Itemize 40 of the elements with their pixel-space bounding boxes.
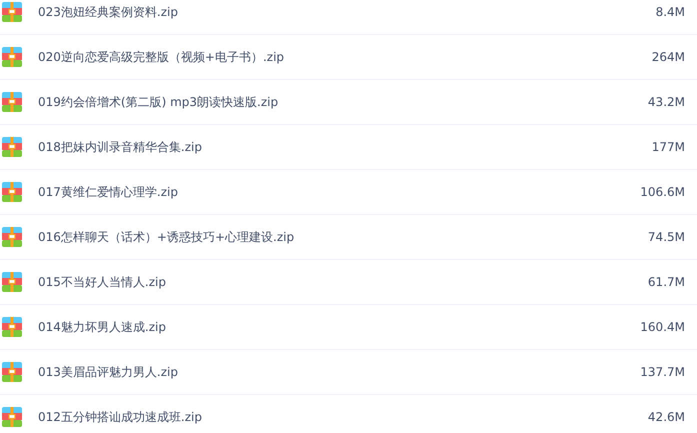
file-size: 177M: [652, 140, 685, 154]
file-size: 74.5M: [648, 230, 685, 244]
file-row[interactable]: 014魅力坏男人速成.zip 160.4M: [0, 305, 697, 350]
file-name: 013美眉品评魅力男人.zip: [38, 364, 179, 380]
file-name: 016怎样聊天（话术）+诱惑技巧+心理建设.zip: [38, 228, 296, 246]
file-size: 61.7M: [648, 275, 685, 289]
file-row[interactable]: 015不当好人当情人.zip 61.7M: [0, 260, 697, 305]
file-row[interactable]: 023泡妞经典案例资料.zip 8.4M: [0, 0, 697, 35]
file-row[interactable]: 016怎样聊天（话术）+诱惑技巧+心理建设.zip 74.5M: [0, 215, 697, 260]
file-row[interactable]: 017黄维仁爱情心理学.zip 106.6M: [0, 170, 697, 215]
archive-icon: [2, 362, 22, 382]
file-size: 160.4M: [640, 320, 685, 334]
file-size: 137.7M: [640, 365, 685, 379]
archive-icon: [2, 137, 22, 157]
archive-icon: [2, 47, 22, 67]
file-size: 264M: [652, 50, 685, 64]
file-row[interactable]: 020逆向恋爱高级完整版（视频+电子书）.zip 264M: [0, 35, 697, 80]
archive-icon: [2, 227, 22, 247]
file-name: 012五分钟搭讪成功速成班.zip: [38, 408, 203, 426]
archive-icon: [2, 317, 22, 337]
file-name: 014魅力坏男人速成.zip: [38, 318, 167, 336]
file-row[interactable]: 019约会倍增术(第二版) mp3朗读快速版.zip 43.2M: [0, 80, 697, 125]
file-size: 8.4M: [656, 5, 685, 19]
file-size: 42.6M: [648, 410, 685, 424]
archive-icon: [2, 272, 22, 292]
file-row[interactable]: 018把妹内训录音精华合集.zip 177M: [0, 125, 697, 170]
file-row[interactable]: 013美眉品评魅力男人.zip 137.7M: [0, 350, 697, 395]
file-size: 43.2M: [648, 95, 685, 109]
archive-icon: [2, 92, 22, 112]
file-name: 023泡妞经典案例资料.zip: [38, 4, 179, 20]
file-name: 017黄维仁爱情心理学.zip: [38, 184, 179, 200]
archive-icon: [2, 182, 22, 202]
file-name: 015不当好人当情人.zip: [38, 274, 167, 290]
file-size: 106.6M: [640, 185, 685, 199]
archive-icon: [2, 407, 22, 427]
file-name: 020逆向恋爱高级完整版（视频+电子书）.zip: [38, 48, 286, 66]
file-row[interactable]: 012五分钟搭讪成功速成班.zip 42.6M: [0, 395, 697, 433]
file-name: 018把妹内训录音精华合集.zip: [38, 138, 203, 156]
archive-icon: [2, 2, 22, 22]
file-name: 019约会倍增术(第二版) mp3朗读快速版.zip: [38, 94, 280, 110]
